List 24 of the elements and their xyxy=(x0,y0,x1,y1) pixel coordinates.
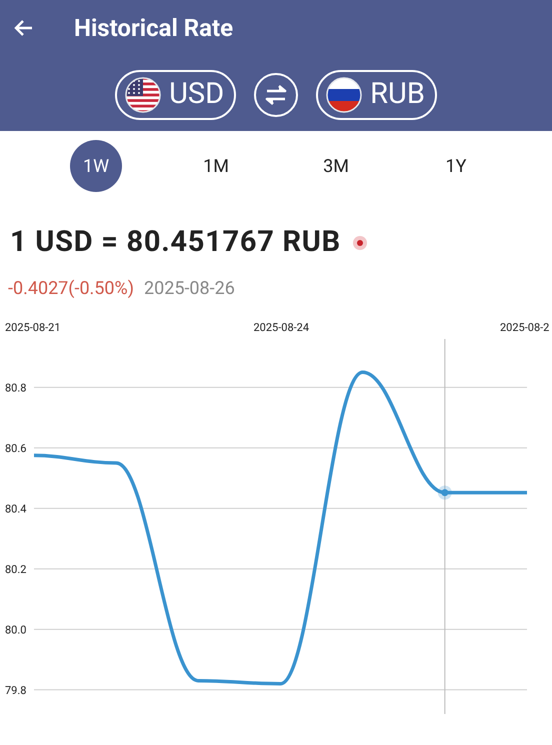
axis-label: 2025-08-21 xyxy=(5,320,61,334)
axis-label: 80.6 xyxy=(5,441,26,454)
axis-label: 2025-08-24 xyxy=(254,320,310,334)
currency-button[interactable]: RUB xyxy=(316,70,437,120)
axis-label: 80.8 xyxy=(5,380,26,394)
period-tab[interactable]: 3M xyxy=(310,140,362,192)
swap-icon xyxy=(263,84,290,106)
flag-icon xyxy=(326,77,362,113)
page-title: Historical Rate xyxy=(74,13,234,44)
axis-label: 79.8 xyxy=(5,683,26,696)
period-tab[interactable]: 1W xyxy=(70,140,122,192)
axis-label: 80.2 xyxy=(5,562,26,576)
period-tab[interactable]: 1M xyxy=(190,140,242,192)
period-tab[interactable]: 1Y xyxy=(430,140,482,192)
flag-icon xyxy=(125,77,162,113)
selected-point xyxy=(438,485,452,500)
rate-change: -0.4027(-0.50%) xyxy=(8,276,134,300)
axis-label: 80.0 xyxy=(5,622,26,636)
exchange-rate: 1 USD = 80.451767 RUB xyxy=(10,224,341,261)
currency-button[interactable]: USD xyxy=(115,70,236,120)
swap-button[interactable] xyxy=(254,73,298,117)
axis-label: 80.4 xyxy=(5,502,26,515)
axis-label: 2025-08-2 xyxy=(500,320,550,334)
rate-date: 2025-08-26 xyxy=(144,276,235,300)
